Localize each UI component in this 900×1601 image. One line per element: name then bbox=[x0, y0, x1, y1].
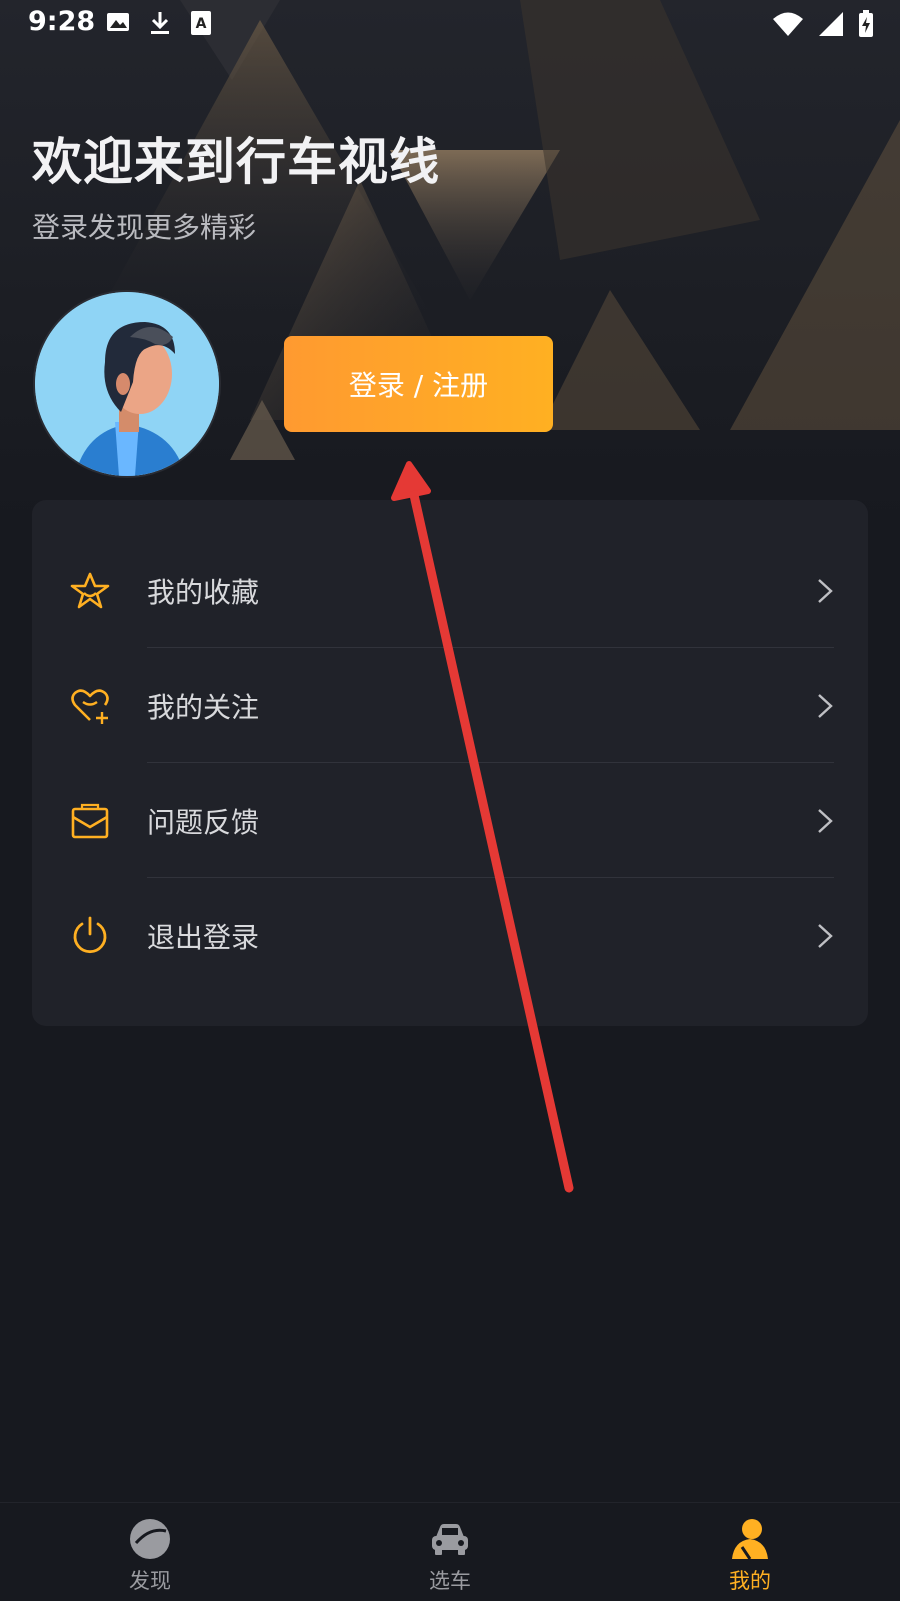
status-time: 9:28 bbox=[28, 6, 96, 37]
menu-item-favorites[interactable]: 我的收藏 bbox=[32, 533, 868, 648]
compass-icon bbox=[130, 1519, 170, 1559]
menu-item-label: 我的关注 bbox=[147, 691, 260, 724]
star-icon bbox=[70, 572, 110, 609]
power-icon bbox=[73, 916, 107, 954]
chevron-right-icon bbox=[818, 809, 833, 833]
chevron-right-icon bbox=[818, 694, 833, 718]
menu-item-label: 我的收藏 bbox=[147, 576, 260, 609]
page-title: 欢迎来到行车视线 bbox=[32, 133, 440, 191]
login-register-button[interactable]: 登录 / 注册 bbox=[284, 336, 553, 432]
nav-item-choose-car[interactable]: 选车 bbox=[300, 1503, 600, 1601]
wifi-icon bbox=[773, 12, 803, 36]
page-subtitle: 登录发现更多精彩 bbox=[32, 211, 257, 244]
nav-label: 发现 bbox=[129, 1569, 171, 1593]
avatar-illustration bbox=[35, 292, 219, 476]
chevron-right-icon bbox=[818, 924, 833, 948]
status-bar: 9:28 A bbox=[0, 0, 900, 48]
battery-icon bbox=[859, 10, 873, 37]
person-icon bbox=[732, 1519, 768, 1560]
menu-item-label: 问题反馈 bbox=[147, 806, 260, 839]
bottom-nav: 发现 选车 我的 bbox=[0, 1502, 900, 1601]
car-icon bbox=[432, 1524, 468, 1555]
menu-item-label: 退出登录 bbox=[147, 921, 260, 954]
menu-card: 我的收藏 我的关注 问题反馈 退出登录 bbox=[32, 500, 868, 1026]
text-a-icon: A bbox=[191, 11, 211, 35]
image-icon bbox=[107, 13, 129, 31]
menu-item-follows[interactable]: 我的关注 bbox=[32, 648, 868, 763]
nav-label: 我的 bbox=[729, 1569, 771, 1593]
chevron-right-icon bbox=[818, 579, 833, 603]
download-icon bbox=[151, 12, 169, 34]
svg-text:A: A bbox=[196, 16, 207, 32]
heart-plus-icon bbox=[71, 689, 109, 724]
signal-icon bbox=[819, 12, 843, 36]
menu-item-feedback[interactable]: 问题反馈 bbox=[32, 763, 868, 878]
menu-item-logout[interactable]: 退出登录 bbox=[32, 878, 868, 993]
nav-label: 选车 bbox=[429, 1569, 471, 1593]
nav-item-mine[interactable]: 我的 bbox=[600, 1503, 900, 1601]
nav-item-discover[interactable]: 发现 bbox=[0, 1503, 300, 1601]
avatar[interactable] bbox=[33, 290, 221, 478]
mail-icon bbox=[71, 803, 109, 839]
